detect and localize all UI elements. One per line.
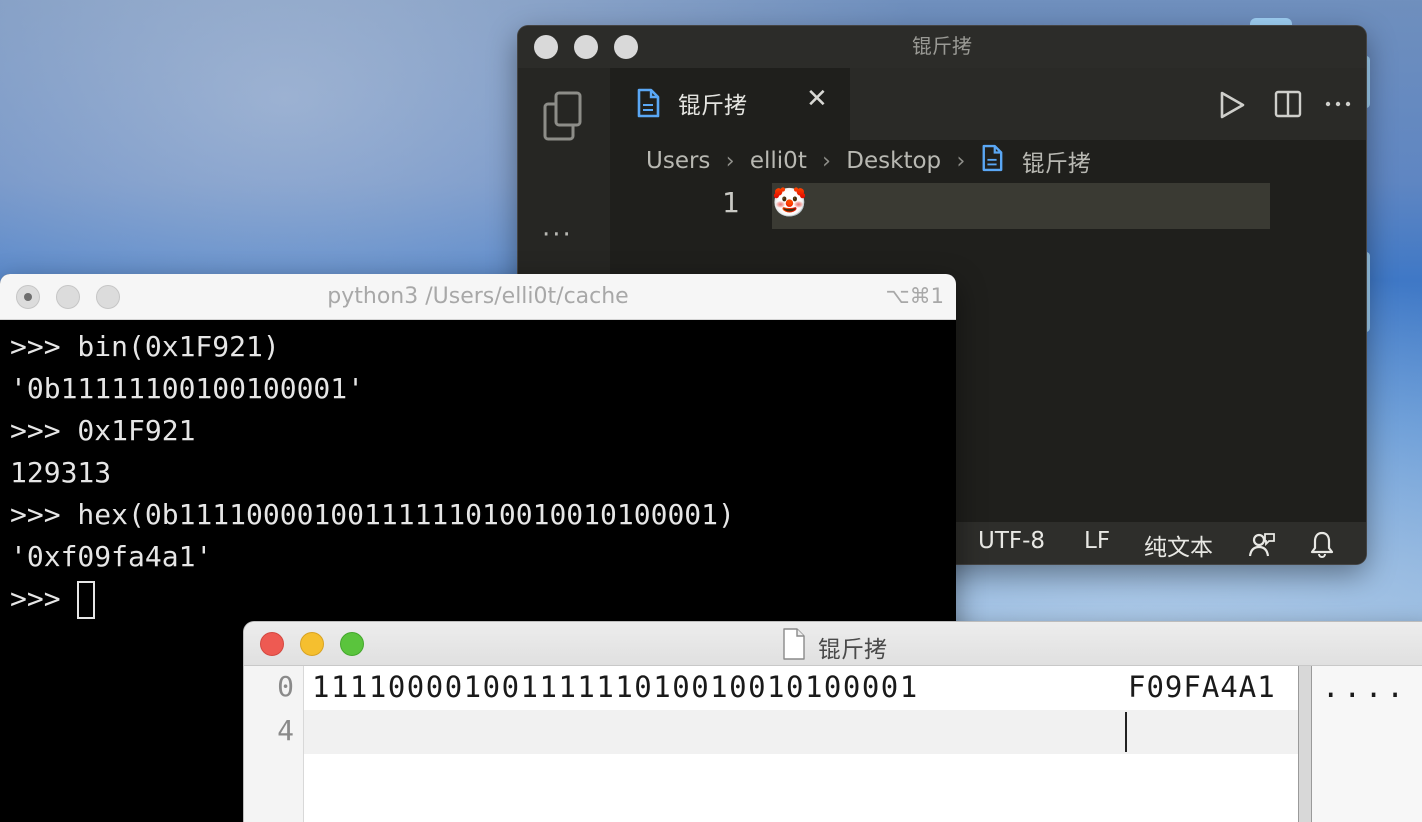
data-row[interactable] — [304, 710, 1298, 754]
more-actions-icon[interactable] — [1324, 90, 1352, 122]
binary-value[interactable]: 11110000100111111010010010100001 — [312, 670, 919, 704]
current-line-highlight — [772, 183, 1270, 229]
status-eol[interactable]: LF — [1084, 528, 1110, 554]
offset-gutter: 0 4 — [244, 666, 304, 822]
terminal-titlebar: python3 /Users/elli0t/cache ⌥⌘1 — [0, 274, 956, 320]
close-icon[interactable]: ✕ — [806, 84, 828, 114]
breadcrumb-users[interactable]: Users — [646, 148, 710, 174]
terminal-line: '0b11111100100100001' — [10, 372, 365, 405]
status-encoding[interactable]: UTF-8 — [978, 528, 1045, 554]
close-button[interactable] — [260, 632, 284, 656]
chevron-right-icon: › — [956, 148, 966, 174]
tab-label: 锟斤拷 — [678, 93, 747, 119]
breadcrumb: Users › elli0t › Desktop › 锟斤拷 — [646, 144, 1091, 178]
file-icon — [981, 144, 1003, 178]
vscode-titlebar: 锟斤拷 — [518, 26, 1366, 68]
line-number: 1 — [722, 186, 740, 219]
document-icon — [782, 628, 806, 664]
zoom-button[interactable] — [340, 632, 364, 656]
bell-icon[interactable] — [1310, 530, 1334, 564]
window-shortcut: ⌥⌘1 — [885, 284, 944, 308]
feedback-icon[interactable] — [1248, 530, 1276, 564]
more-icon[interactable]: ··· — [542, 220, 573, 250]
text-cursor — [77, 581, 96, 619]
file-icon — [636, 88, 660, 122]
hex-value[interactable]: F09FA4A1 — [1128, 670, 1276, 704]
code-line[interactable]: 🤡 — [772, 186, 807, 219]
terminal-output[interactable]: >>> bin(0x1F921) '0b11111100100100001' >… — [10, 326, 735, 620]
breadcrumb-desktop[interactable]: Desktop — [846, 148, 941, 174]
terminal-line: >>> hex(0b111100001001111110100100101000… — [10, 498, 735, 531]
terminal-line: 129313 — [10, 456, 112, 489]
run-icon[interactable] — [1218, 90, 1246, 124]
ascii-value[interactable]: .... — [1322, 670, 1408, 704]
chevron-right-icon: › — [725, 148, 735, 174]
window-title: 锟斤拷 — [912, 34, 972, 58]
column-divider[interactable] — [1298, 666, 1312, 822]
explorer-icon[interactable] — [542, 90, 588, 146]
terminal-line: >>> 0x1F921 — [10, 414, 196, 447]
split-editor-icon[interactable] — [1274, 90, 1302, 122]
offset-label: 0 — [277, 670, 294, 703]
status-language[interactable]: 纯文本 — [1144, 528, 1213, 562]
tab-bar: 锟斤拷 ✕ — [610, 68, 1366, 140]
minimize-button[interactable] — [300, 632, 324, 656]
window-title: python3 /Users/elli0t/cache — [327, 284, 629, 309]
terminal-prompt: >>> — [10, 582, 78, 615]
hex-editor-titlebar: 锟斤拷 — [244, 622, 1422, 666]
offset-label: 4 — [277, 714, 294, 747]
chevron-right-icon: › — [822, 148, 831, 174]
tab-file[interactable]: 锟斤拷 ✕ — [610, 68, 850, 140]
terminal-line: '0xf09fa4a1' — [10, 540, 213, 573]
breadcrumb-user[interactable]: elli0t — [750, 148, 807, 174]
hex-editor-window: 锟斤拷 0 4 11110000100111111010010010100001… — [244, 622, 1422, 822]
window-title: 锟斤拷 — [818, 637, 887, 663]
terminal-line: >>> bin(0x1F921) — [10, 330, 280, 363]
terminal-prompt-line[interactable]: >>> — [10, 578, 735, 620]
text-cursor — [1125, 712, 1127, 752]
breadcrumb-file[interactable]: 锟斤拷 — [1022, 144, 1091, 178]
